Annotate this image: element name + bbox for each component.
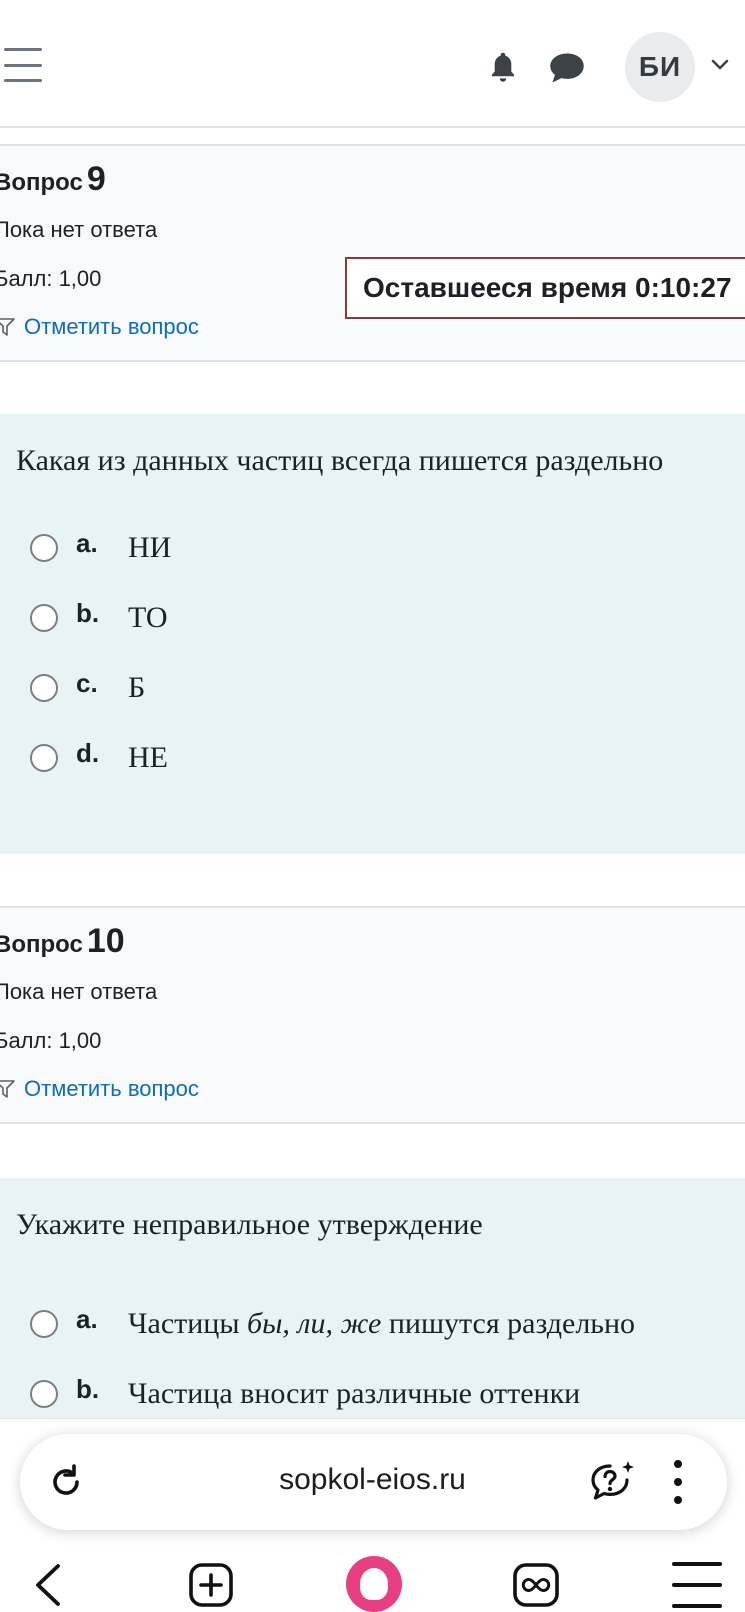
radio-button[interactable]	[30, 534, 58, 562]
answer-text-after: пишутся раздельно	[381, 1307, 636, 1340]
flag-icon	[0, 318, 15, 336]
answer-letter: d.	[76, 737, 100, 768]
answer-text-italic: бы, ли, же	[247, 1307, 382, 1340]
question-title: Вопрос 10	[0, 922, 125, 961]
question-text: Укажите неправильное утверждение	[16, 1208, 483, 1241]
answer-option-a[interactable]: a. НИ	[30, 528, 171, 568]
menu-icon[interactable]	[672, 1562, 722, 1608]
question-grade: Балл: 1,00	[0, 1028, 102, 1053]
radio-button[interactable]	[30, 1380, 58, 1408]
alice-icon[interactable]	[346, 1556, 402, 1612]
answer-letter: a.	[76, 1303, 98, 1334]
answer-text: НИ	[128, 531, 172, 564]
kebab-icon[interactable]	[670, 1460, 686, 1504]
question-formulation-10: Укажите неправильное утверждение a. Част…	[0, 1178, 745, 1428]
radio-button[interactable]	[30, 1310, 58, 1338]
answer-option-b[interactable]: b. Частица вносит различные оттенки	[30, 1374, 580, 1414]
flag-question-link[interactable]: Отметить вопрос	[0, 314, 199, 340]
answer-text: Частицы бы, ли, же пишутся раздельно	[128, 1307, 635, 1341]
question-title: Вопрос 9	[0, 160, 106, 199]
question-formulation-9: Какая из данных частиц всегда пишется ра…	[0, 414, 745, 854]
question-info-9: Вопрос 9 Пока нет ответа Балл: 1,00 Отмет…	[0, 144, 745, 362]
question-state: Пока нет ответа	[0, 217, 158, 242]
answer-text: НЕ	[128, 741, 168, 774]
question-number: 10	[86, 922, 125, 960]
answer-letter: b.	[76, 1373, 100, 1404]
help-ai-icon[interactable]	[588, 1458, 638, 1506]
question-title-prefix: Вопрос	[0, 931, 83, 958]
answer-option-c[interactable]: c. Б	[30, 668, 145, 708]
answer-text: ТО	[128, 601, 168, 634]
answer-text-before: Частицы	[128, 1307, 248, 1340]
radio-button[interactable]	[30, 744, 58, 772]
answer-option-b[interactable]: b. ТО	[30, 598, 168, 638]
quiz-timer: Оставшееся время 0:10:27	[345, 257, 745, 319]
flag-question-label: Отметить вопрос	[24, 1076, 199, 1101]
back-icon[interactable]	[30, 1562, 64, 1608]
answer-letter: a.	[76, 527, 98, 558]
chat-icon[interactable]	[548, 52, 586, 84]
answer-option-a[interactable]: a. Частицы бы, ли, же пишутся раздельно	[30, 1304, 635, 1344]
answer-letter: c.	[76, 667, 98, 698]
user-avatar[interactable]: БИ	[625, 32, 695, 102]
radio-button[interactable]	[30, 674, 58, 702]
question-number: 9	[86, 160, 106, 198]
answer-text: Б	[128, 671, 146, 704]
bell-icon[interactable]	[486, 50, 520, 86]
question-state: Пока нет ответа	[0, 979, 158, 1004]
answer-option-d[interactable]: d. НЕ	[30, 738, 168, 778]
tabs-icon[interactable]	[512, 1562, 560, 1608]
question-title-prefix: Вопрос	[0, 169, 83, 196]
flag-question-link[interactable]: Отметить вопрос	[0, 1076, 199, 1102]
answer-letter: b.	[76, 597, 100, 628]
radio-button[interactable]	[30, 604, 58, 632]
chevron-down-icon[interactable]	[710, 58, 730, 72]
answer-text: Частица вносит различные оттенки	[128, 1377, 581, 1410]
top-navbar: БИ	[0, 0, 745, 128]
question-grade: Балл: 1,00	[0, 266, 102, 291]
new-tab-icon[interactable]	[188, 1562, 234, 1608]
question-text: Какая из данных частиц всегда пишется ра…	[16, 444, 664, 477]
flag-question-label: Отметить вопрос	[24, 314, 199, 339]
question-info-10: Вопрос 10 Пока нет ответа Балл: 1,00 Отме…	[0, 906, 745, 1124]
flag-icon	[0, 1080, 15, 1098]
hamburger-icon[interactable]	[4, 48, 42, 82]
